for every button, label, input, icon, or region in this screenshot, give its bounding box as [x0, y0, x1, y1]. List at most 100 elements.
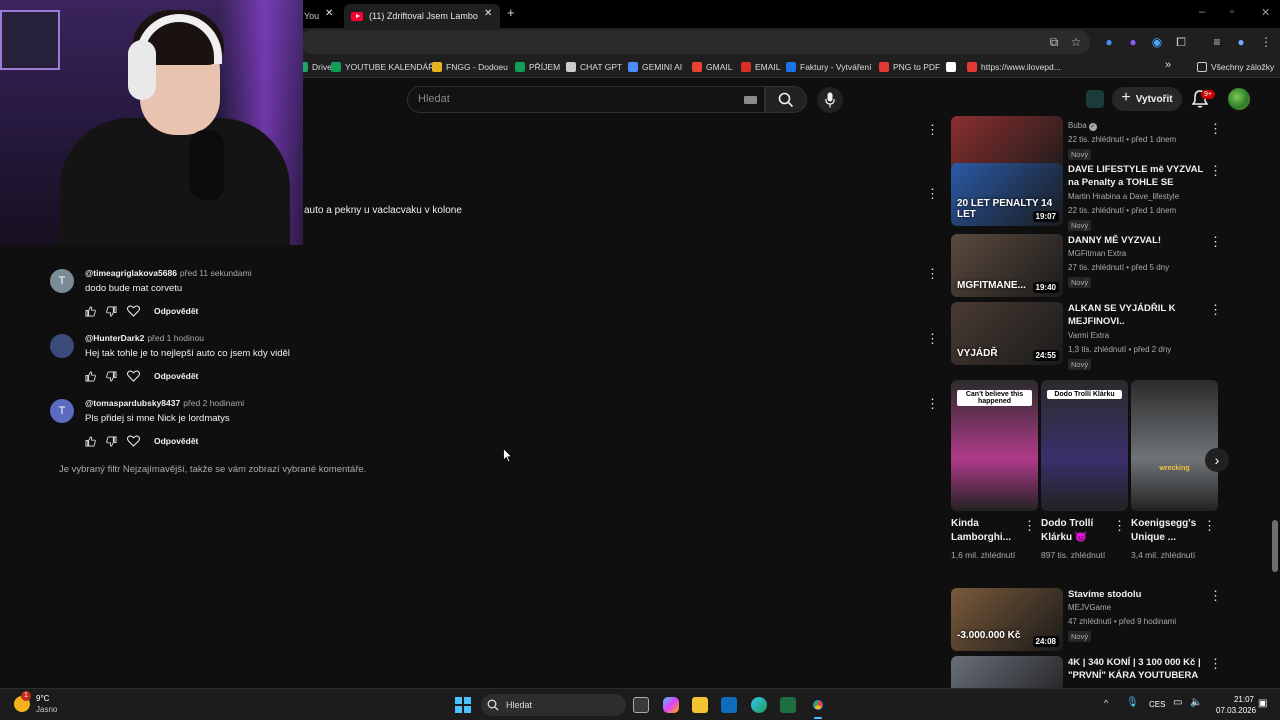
tab-previous[interactable]: You ✕: [300, 4, 342, 28]
copilot-icon[interactable]: [663, 697, 679, 713]
video-channel[interactable]: MEJVGame: [1068, 603, 1111, 612]
short-thumbnail[interactable]: Dodo Trollí Klárku: [1041, 380, 1128, 511]
reply-button[interactable]: Odpovědět: [154, 371, 198, 381]
video-thumbnail[interactable]: VYJÁDŘ 24:55: [951, 302, 1063, 365]
video-channel[interactable]: Buba ✓: [1068, 121, 1097, 131]
video-title[interactable]: Stavíme stodolu: [1068, 588, 1206, 601]
video-menu-icon[interactable]: ⋮: [1209, 121, 1222, 137]
account-avatar[interactable]: [1228, 88, 1250, 110]
excel-icon[interactable]: [780, 697, 796, 713]
short-video[interactable]: wrecking Koenigsegg's Unique ... 3,4 mil. …: [1131, 380, 1218, 560]
bookmark-item[interactable]: https://www.ilovepd...: [967, 60, 1061, 74]
heart-icon[interactable]: [127, 305, 140, 317]
video-menu-icon[interactable]: ⋮: [1209, 163, 1222, 179]
browser-menu-icon[interactable]: ⋮: [1259, 35, 1273, 49]
bookmark-item[interactable]: CHAT GPT: [566, 60, 622, 74]
comment-menu-icon[interactable]: ⋮: [926, 396, 939, 412]
dislike-icon[interactable]: [106, 306, 117, 317]
comment-author[interactable]: @HunterDark2: [85, 333, 144, 343]
heart-icon[interactable]: [127, 435, 140, 447]
taskbar-search[interactable]: Hledat: [481, 694, 626, 716]
bookmark-item[interactable]: EMAIL: [741, 60, 781, 74]
bookmarks-overflow-icon[interactable]: »: [1165, 59, 1171, 71]
video-title[interactable]: ALKAN SE VYJÁDŘIL K MEJFINOVI..: [1068, 302, 1206, 328]
recommended-video[interactable]: 20 LET PENALTY 14 LET 19:07 DAVE LIFESTYLE…: [951, 163, 1222, 231]
comment-time[interactable]: před 1 hodinou: [147, 333, 204, 343]
outlook-icon[interactable]: [721, 697, 737, 713]
video-menu-icon[interactable]: ⋮: [1209, 588, 1222, 604]
bookmark-item[interactable]: PNG to PDF: [879, 60, 940, 74]
short-video[interactable]: Can't believe this happened Kinda Lamborg…: [951, 380, 1038, 560]
task-view-icon[interactable]: [633, 697, 649, 713]
taskbar-clock[interactable]: 21:07 07.03.2026: [1216, 694, 1256, 716]
video-title[interactable]: 4K | 340 KONÍ | 3 100 000 Kč | "PRVNÍ" K…: [1068, 656, 1206, 682]
video-thumbnail[interactable]: MGFITMANE... 19:40: [951, 234, 1063, 297]
bookmark-star-icon[interactable]: ☆: [1069, 35, 1083, 49]
comment-avatar[interactable]: T: [50, 399, 74, 423]
minimize-window-icon[interactable]: –: [1199, 6, 1205, 18]
tray-overflow-icon[interactable]: ^: [1104, 698, 1108, 708]
comment-author[interactable]: @timeagriglakova5686: [85, 268, 177, 278]
scrollbar-track[interactable]: [1270, 112, 1280, 688]
tray-mic-icon[interactable]: 🎙: [1126, 697, 1139, 708]
bookmark-item[interactable]: PŘÍJEM: [515, 60, 560, 74]
video-channel[interactable]: MGFitman Extra: [1068, 249, 1126, 258]
edge-icon[interactable]: [751, 697, 767, 713]
short-video[interactable]: Dodo Trollí Klárku Dodo Trollí Klárku 😈 89…: [1041, 380, 1128, 560]
new-tab-button[interactable]: +: [507, 5, 515, 20]
comment-menu-icon[interactable]: ⋮: [926, 266, 939, 282]
search-field[interactable]: Hledat: [407, 86, 765, 113]
start-button[interactable]: [455, 697, 471, 713]
extensions-puzzle-icon[interactable]: ⧠: [1174, 35, 1188, 49]
short-menu-icon[interactable]: ⋮: [1113, 518, 1126, 534]
scrollbar-thumb[interactable]: [1272, 520, 1278, 572]
comment-menu-icon[interactable]: ⋮: [926, 186, 939, 202]
recommended-video[interactable]: MGFITMANE... 19:40 DANNY MĚ VYZVAL! MGFitma…: [951, 234, 1222, 298]
video-thumbnail[interactable]: 20 LET PENALTY 14 LET 19:07: [951, 163, 1063, 226]
comment-time[interactable]: před 11 sekundami: [180, 268, 252, 278]
extension-icon[interactable]: ●: [1126, 35, 1140, 49]
recommended-video[interactable]: VYJÁDŘ 24:55 ALKAN SE VYJÁDŘIL K MEJFINOVI…: [951, 302, 1222, 370]
reply-button[interactable]: Odpovědět: [154, 306, 198, 316]
voice-search-button[interactable]: [817, 87, 843, 113]
bookmark-item[interactable]: GEMINI AI: [628, 60, 682, 74]
comment-time[interactable]: před 2 hodinami: [183, 398, 244, 408]
volume-icon[interactable]: 🔈: [1190, 697, 1202, 708]
tab-close-icon[interactable]: ✕: [484, 8, 492, 19]
recommended-video[interactable]: -3.000.000 Kč 24:08 Stavíme stodolu MEJVGam…: [951, 588, 1222, 652]
video-channel[interactable]: Varmi Extra: [1068, 331, 1109, 340]
dislike-icon[interactable]: [106, 371, 117, 382]
video-title[interactable]: DAVE LIFESTYLE mě VYZVAL na Penalty a TO…: [1068, 163, 1206, 189]
comment-avatar[interactable]: T: [50, 269, 74, 293]
bookmark-item[interactable]: Drive: [298, 60, 332, 74]
bookmark-item[interactable]: Faktury - Vytváření: [786, 60, 871, 74]
short-thumbnail[interactable]: wrecking: [1131, 380, 1218, 511]
short-title[interactable]: Koenigsegg's Unique ...: [1131, 517, 1201, 545]
extension-icon[interactable]: ●: [1102, 35, 1116, 49]
bookmark-item[interactable]: FNGG - Dodoeu: [432, 60, 508, 74]
address-bar[interactable]: [300, 30, 1090, 54]
profile-icon[interactable]: ●: [1234, 35, 1248, 49]
short-title[interactable]: Kinda Lamborghi...: [951, 517, 1021, 545]
comment-avatar[interactable]: [50, 334, 74, 358]
file-explorer-icon[interactable]: [692, 697, 708, 713]
reply-button[interactable]: Odpovědět: [154, 436, 198, 446]
close-window-icon[interactable]: ✕: [1261, 6, 1270, 19]
comment-menu-icon[interactable]: ⋮: [926, 331, 939, 347]
video-channel[interactable]: Martin Hrabina a Dave_lifestyle: [1068, 192, 1179, 201]
keyboard-icon[interactable]: [744, 96, 757, 104]
create-button[interactable]: + Vytvořit: [1112, 87, 1182, 111]
bookmark-item[interactable]: [946, 60, 960, 74]
short-menu-icon[interactable]: ⋮: [1023, 518, 1036, 534]
video-menu-icon[interactable]: ⋮: [1209, 234, 1222, 250]
video-menu-icon[interactable]: ⋮: [1209, 302, 1222, 318]
youtube-studio-icon[interactable]: [1086, 90, 1104, 108]
like-icon[interactable]: [85, 306, 96, 317]
search-input[interactable]: Hledat: [418, 93, 450, 105]
install-app-icon[interactable]: ⧉: [1047, 35, 1061, 49]
video-thumbnail[interactable]: -3.000.000 Kč 24:08: [951, 588, 1063, 651]
like-icon[interactable]: [85, 371, 96, 382]
network-icon[interactable]: ▭: [1173, 697, 1182, 708]
maximize-window-icon[interactable]: ▫: [1230, 6, 1234, 18]
tab-active[interactable]: (11) Zdriftoval Jsem Lambo Karl ✕: [344, 4, 500, 28]
